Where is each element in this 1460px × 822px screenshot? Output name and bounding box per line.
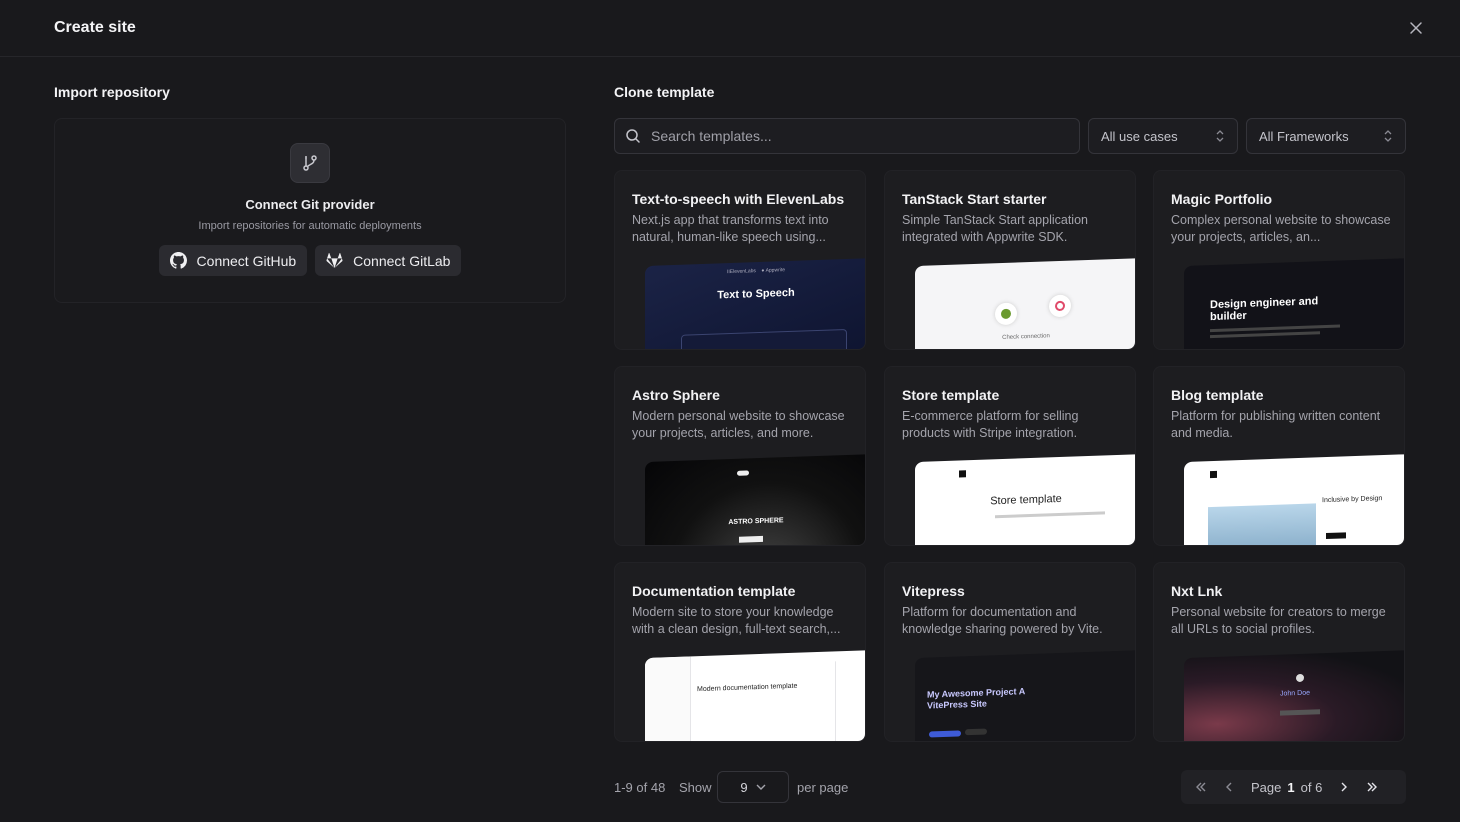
template-description: Simple TanStack Start application integr…: [902, 213, 1088, 244]
template-card[interactable]: Store template E-commerce platform for s…: [884, 366, 1136, 546]
pagination: Page 1 of 6: [1181, 770, 1406, 804]
template-description: Complex personal website to showcase you…: [1171, 213, 1391, 244]
connect-git-subtitle: Import repositories for automatic deploy…: [198, 220, 422, 232]
template-description: Platform for publishing written content …: [1171, 409, 1381, 440]
per-page-label: per page: [797, 780, 849, 795]
template-description: Modern personal website to showcase your…: [632, 409, 845, 440]
preview-heading: Inclusive by Design: [1322, 495, 1383, 505]
preview-heading: Store template: [990, 492, 1062, 508]
template-description: Next.js app that transforms text into na…: [632, 213, 829, 244]
template-card[interactable]: Astro Sphere Modern personal website to …: [614, 366, 866, 546]
preview-heading: Text to Speech: [717, 286, 795, 302]
results-range: 1-9 of 48: [614, 780, 666, 795]
template-preview: My Awesome Project A VitePress Site: [915, 650, 1135, 741]
template-title: Documentation template: [632, 583, 796, 599]
template-preview: John Doe: [1184, 650, 1404, 741]
template-card[interactable]: TanStack Start starter Simple TanStack S…: [884, 170, 1136, 350]
template-title: Astro Sphere: [632, 387, 720, 403]
connect-github-button[interactable]: Connect GitHub: [158, 245, 308, 276]
previous-page-button[interactable]: [1215, 773, 1243, 801]
chevrons-right-icon: [1367, 782, 1378, 792]
chevron-left-icon: [1226, 782, 1232, 792]
template-preview: Check connection: [915, 258, 1135, 349]
connect-gitlab-button[interactable]: Connect GitLab: [315, 245, 462, 276]
connect-github-label: Connect GitHub: [196, 252, 297, 269]
use-case-value: All use cases: [1101, 128, 1178, 144]
github-icon: [169, 252, 187, 269]
chevron-up-down-icon: [1384, 130, 1392, 142]
per-page-select[interactable]: 9: [717, 771, 789, 803]
template-card[interactable]: Blog template Platform for publishing wr…: [1153, 366, 1405, 546]
current-page: 1: [1287, 779, 1295, 795]
template-title: Blog template: [1171, 387, 1264, 403]
framework-select[interactable]: All Frameworks: [1246, 118, 1406, 154]
last-page-button[interactable]: [1358, 773, 1386, 801]
template-preview: Store template: [915, 454, 1135, 545]
connect-gitlab-label: Connect GitLab: [353, 252, 451, 269]
template-description: E-commerce platform for selling products…: [902, 409, 1079, 440]
template-card[interactable]: Text-to-speech with ElevenLabs Next.js a…: [614, 170, 866, 350]
dialog-header: Create site: [0, 0, 1460, 57]
template-preview: Design engineer and builder: [1184, 258, 1404, 349]
connect-git-card: Connect Git provider Import repositories…: [54, 118, 566, 303]
close-icon: [1410, 22, 1422, 34]
template-preview: IIElevenLabs ● Appwrite Text to Speech: [645, 258, 865, 349]
template-card[interactable]: Vitepress Platform for documentation and…: [884, 562, 1136, 742]
use-case-select[interactable]: All use cases: [1088, 118, 1238, 154]
preview-heading: My Awesome Project A VitePress Site: [927, 686, 1025, 711]
next-page-button[interactable]: [1330, 773, 1358, 801]
per-page-value: 9: [740, 779, 748, 795]
page-total: of 6: [1300, 779, 1323, 795]
chevron-right-icon: [1341, 782, 1348, 792]
preview-heading: Design engineer and builder: [1210, 295, 1319, 324]
first-page-button[interactable]: [1187, 773, 1215, 801]
template-title: Store template: [902, 387, 1000, 403]
dialog-title: Create site: [54, 19, 136, 36]
template-description: Modern site to store your knowledge with…: [632, 605, 841, 636]
template-title: Magic Portfolio: [1171, 191, 1273, 207]
page-label: Page: [1251, 779, 1282, 795]
chevron-down-icon: [756, 784, 766, 790]
close-button[interactable]: [1402, 14, 1430, 42]
template-title: Vitepress: [902, 583, 965, 599]
template-card[interactable]: Documentation template Modern site to st…: [614, 562, 866, 742]
gitlab-icon: [326, 253, 343, 268]
show-label: Show: [679, 780, 712, 795]
framework-value: All Frameworks: [1259, 128, 1349, 144]
git-branch-icon: [290, 143, 330, 183]
clone-heading: Clone template: [614, 84, 715, 100]
connect-git-title: Connect Git provider: [245, 197, 375, 212]
template-preview: Modern documentation template: [645, 650, 865, 741]
template-search[interactable]: [614, 118, 1080, 154]
preview-heading: Check connection: [1002, 333, 1050, 341]
search-input[interactable]: [651, 128, 1051, 144]
page-indicator: Page 1 of 6: [1251, 780, 1322, 795]
template-title: Nxt Lnk: [1171, 583, 1223, 599]
template-preview: Inclusive by Design: [1184, 454, 1404, 545]
chevrons-left-icon: [1196, 782, 1206, 792]
chevron-up-down-icon: [1216, 130, 1224, 142]
import-heading: Import repository: [54, 84, 170, 100]
template-title: Text-to-speech with ElevenLabs: [632, 191, 845, 207]
template-card[interactable]: Magic Portfolio Complex personal website…: [1153, 170, 1405, 350]
preview-heading: Modern documentation template: [697, 682, 798, 694]
template-title: TanStack Start starter: [902, 191, 1047, 207]
preview-heading: John Doe: [1280, 689, 1310, 698]
template-description: Platform for documentation and knowledge…: [902, 605, 1103, 636]
template-preview: ASTRO SPHERE: [645, 454, 865, 545]
template-description: Personal website for creators to merge a…: [1171, 605, 1386, 636]
search-icon: [626, 129, 640, 143]
preview-heading: ASTRO SPHERE: [728, 517, 784, 527]
template-card[interactable]: Nxt Lnk Personal website for creators to…: [1153, 562, 1405, 742]
